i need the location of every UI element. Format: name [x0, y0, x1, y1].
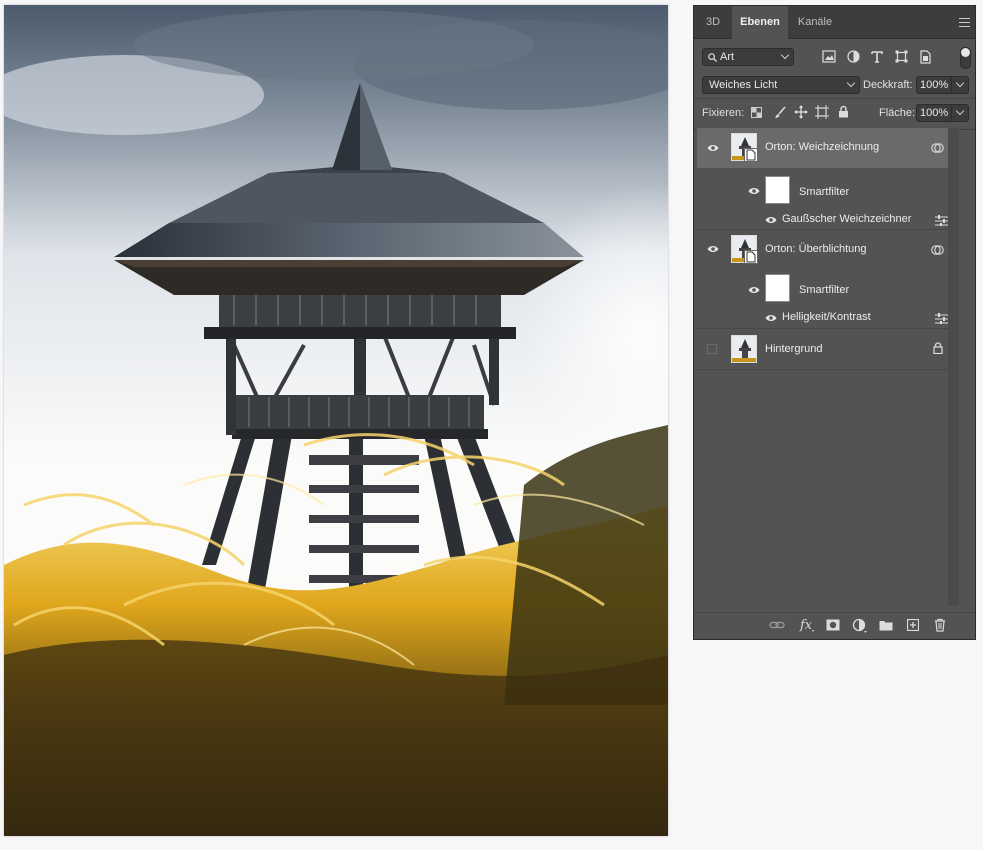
search-icon [708, 53, 717, 62]
smart-filter-mask-thumbnail[interactable] [765, 274, 790, 302]
move-icon[interactable] [794, 105, 808, 119]
smart-object-filter-icon[interactable] [919, 50, 931, 64]
tower-photo [4, 5, 668, 836]
smart-filter-label: Smartfilter [799, 284, 850, 296]
shape-filter-icon[interactable] [895, 50, 908, 63]
svg-text:fx: fx [799, 618, 813, 633]
fill-label: Fläche: [879, 107, 916, 119]
filter-name[interactable]: Gaußscher Weichzeichner [782, 213, 911, 225]
filter-options-icon[interactable] [935, 313, 948, 324]
smart-filter-mask-thumbnail[interactable] [765, 176, 790, 204]
visibility-toggle-empty[interactable] [707, 344, 717, 354]
panel-menu-icon[interactable] [959, 18, 970, 27]
lock-transparency-icon[interactable] [751, 107, 762, 118]
brush-icon[interactable] [774, 106, 786, 119]
filter-options-icon[interactable] [935, 215, 948, 226]
panel-tab-bar: 3D Ebenen Kanäle [694, 6, 975, 40]
chevron-down-icon [955, 106, 965, 116]
layer-row-hintergrund[interactable]: Hintergrund [697, 329, 959, 369]
smart-filter-row-2[interactable]: Smartfilter [697, 268, 959, 312]
layer-name[interactable]: Orton: Weichzeichnung [765, 141, 879, 153]
tab-kanaele[interactable]: Kanäle [788, 6, 842, 39]
filter-row-brightness-contrast[interactable]: Helligkeit/Kontrast [697, 308, 959, 328]
mask-icon[interactable] [826, 619, 840, 631]
filter-row-gaussian-blur[interactable]: Gaußscher Weichzeichner [697, 210, 959, 230]
new-layer-icon[interactable] [907, 619, 919, 631]
lock-label: Fixieren: [702, 107, 745, 119]
eye-icon[interactable] [748, 286, 760, 294]
chevron-down-icon [780, 50, 790, 60]
filter-type-value: Art [720, 51, 735, 63]
opacity-value: 100% [920, 79, 949, 91]
smart-filter-indicator-icon[interactable] [931, 244, 944, 256]
type-filter-icon[interactable] [871, 50, 883, 63]
filter-type-select[interactable]: Art [702, 48, 794, 66]
layer-row-orton-weichzeichnung[interactable]: Orton: Weichzeichnung [697, 128, 959, 168]
eye-icon[interactable] [707, 245, 719, 253]
layer-divider [697, 369, 959, 370]
smart-filter-indicator-icon[interactable] [931, 142, 944, 154]
eye-icon[interactable] [748, 187, 760, 195]
blend-mode-select[interactable]: Weiches Licht [702, 76, 860, 94]
trash-icon[interactable] [934, 618, 946, 632]
image-filter-icon[interactable] [822, 50, 836, 63]
smart-object-icon [744, 250, 758, 264]
tab-3d[interactable]: 3D [694, 6, 732, 39]
panel-footer: fx [694, 612, 975, 639]
fill-field[interactable]: 100% [916, 104, 969, 122]
blend-mode-value: Weiches Licht [709, 79, 778, 91]
opacity-field[interactable]: 100% [916, 76, 969, 94]
smart-object-icon [744, 148, 758, 162]
eye-icon[interactable] [707, 144, 719, 152]
fill-value: 100% [920, 107, 949, 119]
tab-ebenen[interactable]: Ebenen [732, 6, 788, 40]
layers-scrollbar[interactable] [948, 128, 959, 606]
eye-icon[interactable] [765, 216, 777, 224]
chevron-down-icon [846, 78, 856, 88]
layer-row-orton-ueberblichtung[interactable]: Orton: Überblichtung [697, 230, 959, 268]
adjustment-filter-icon[interactable] [847, 50, 860, 63]
filter-name[interactable]: Helligkeit/Kontrast [782, 311, 871, 323]
photo-canvas [4, 5, 668, 836]
layer-thumbnail [731, 335, 757, 363]
layers-panel: 3D Ebenen Kanäle Art Weiches Licht Deckk… [693, 5, 976, 640]
chevron-down-icon [955, 78, 965, 88]
layer-name[interactable]: Orton: Überblichtung [765, 243, 867, 255]
artboard-lock-icon[interactable] [815, 105, 829, 119]
layer-name[interactable]: Hintergrund [765, 343, 822, 355]
lock-all-icon[interactable] [838, 105, 849, 118]
fx-icon[interactable]: fx [799, 617, 815, 633]
smart-filter-label: Smartfilter [799, 186, 850, 198]
smart-filter-row-1[interactable]: Smartfilter [697, 168, 959, 214]
filter-toggle[interactable] [960, 47, 971, 69]
opacity-label: Deckkraft: [863, 79, 913, 91]
adjustment-icon[interactable] [852, 618, 868, 633]
lock-icon [933, 342, 943, 354]
eye-icon[interactable] [765, 314, 777, 322]
folder-icon[interactable] [879, 619, 893, 631]
link-icon[interactable] [769, 619, 785, 631]
